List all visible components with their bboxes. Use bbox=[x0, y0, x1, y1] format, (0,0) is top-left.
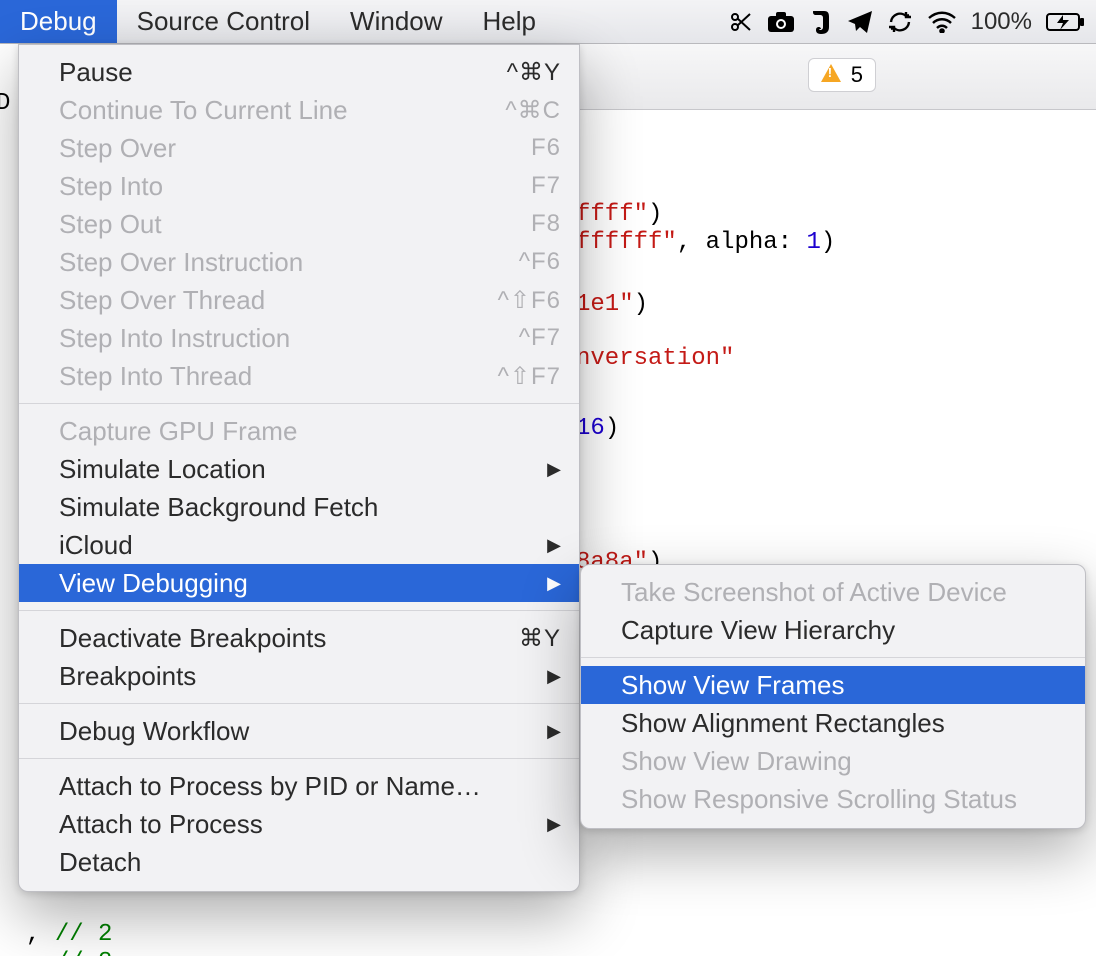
menu-item-attach-to-process[interactable]: Attach to Process ▶ bbox=[19, 805, 579, 843]
menu-item-label: Debug Workflow bbox=[59, 716, 523, 747]
evernote-icon[interactable] bbox=[809, 9, 833, 35]
menu-item-step-into: Step Into F7 bbox=[19, 167, 579, 205]
menu-separator bbox=[19, 703, 579, 704]
submenu-item-capture-view-hierarchy[interactable]: Capture View Hierarchy bbox=[581, 611, 1085, 649]
menu-shortcut: ⌘Y bbox=[519, 624, 561, 653]
menu-item-label: Attach to Process bbox=[59, 809, 523, 840]
submenu-arrow-icon: ▶ bbox=[547, 666, 561, 687]
menu-item-step-over-instruction: Step Over Instruction ^F6 bbox=[19, 243, 579, 281]
battery-icon[interactable] bbox=[1046, 12, 1086, 32]
menu-help[interactable]: Help bbox=[463, 0, 556, 43]
submenu-arrow-icon: ▶ bbox=[547, 721, 561, 742]
menu-item-label: Simulate Location bbox=[59, 454, 523, 485]
menu-shortcut: ^⇧F6 bbox=[498, 286, 561, 315]
menu-item-label: Pause bbox=[59, 57, 495, 88]
menu-item-step-over-thread: Step Over Thread ^⇧F6 bbox=[19, 281, 579, 319]
menu-shortcut: F8 bbox=[531, 210, 561, 238]
menu-item-simulate-location[interactable]: Simulate Location ▶ bbox=[19, 450, 579, 488]
menu-item-label: Capture GPU Frame bbox=[59, 416, 561, 447]
menu-separator bbox=[581, 657, 1085, 658]
menu-item-icloud[interactable]: iCloud ▶ bbox=[19, 526, 579, 564]
menu-item-label: Step Over Thread bbox=[59, 285, 486, 316]
submenu-arrow-icon: ▶ bbox=[547, 535, 561, 556]
menu-item-label: Detach bbox=[59, 847, 561, 878]
submenu-arrow-icon: ▶ bbox=[547, 814, 561, 835]
submenu-item-show-alignment-rectangles[interactable]: Show Alignment Rectangles bbox=[581, 704, 1085, 742]
camera-icon[interactable] bbox=[767, 11, 795, 33]
menu-item-label: Breakpoints bbox=[59, 661, 523, 692]
menu-item-breakpoints[interactable]: Breakpoints ▶ bbox=[19, 657, 579, 695]
menu-separator bbox=[19, 403, 579, 404]
code-line: 16) bbox=[576, 410, 619, 448]
menu-item-label: Simulate Background Fetch bbox=[59, 492, 561, 523]
menu-separator bbox=[19, 758, 579, 759]
menu-item-label: Take Screenshot of Active Device bbox=[621, 577, 1067, 608]
menu-item-label: Step Over Instruction bbox=[59, 247, 507, 278]
scissors-icon[interactable] bbox=[729, 10, 753, 34]
menu-item-label: Step Into Thread bbox=[59, 361, 486, 392]
code-line: 1e1") bbox=[576, 286, 648, 324]
issues-indicator[interactable]: 5 bbox=[808, 58, 876, 92]
menu-item-label: Step Into bbox=[59, 171, 519, 202]
menu-item-label: Deactivate Breakpoints bbox=[59, 623, 507, 654]
menu-item-label: Show Alignment Rectangles bbox=[621, 708, 1067, 739]
telegram-icon[interactable] bbox=[847, 10, 873, 34]
menu-item-label: Step Out bbox=[59, 209, 519, 240]
menu-shortcut: ^F6 bbox=[519, 248, 561, 276]
battery-percent: 100% bbox=[971, 8, 1032, 36]
debug-menu: Pause ^⌘Y Continue To Current Line ^⌘C Step … bbox=[18, 44, 580, 892]
menu-debug[interactable]: Debug bbox=[0, 0, 117, 43]
menu-item-label: iCloud bbox=[59, 530, 523, 561]
menu-item-label: Show Responsive Scrolling Status bbox=[621, 784, 1067, 815]
menu-item-step-over: Step Over F6 bbox=[19, 129, 579, 167]
view-debugging-submenu: Take Screenshot of Active Device Capture … bbox=[580, 564, 1086, 829]
menu-window[interactable]: Window bbox=[330, 0, 462, 43]
menu-item-label: Show View Drawing bbox=[621, 746, 1067, 777]
menu-item-label: View Debugging bbox=[59, 568, 523, 599]
menu-shortcut: F7 bbox=[531, 172, 561, 200]
menu-item-label: Attach to Process by PID or Name… bbox=[59, 771, 561, 802]
issues-count: 5 bbox=[851, 62, 863, 88]
code-line: , // 3 bbox=[26, 944, 112, 956]
code-line: ffffff", alpha: 1) bbox=[576, 224, 835, 262]
menubar: Debug Source Control Window Help 100% bbox=[0, 0, 1096, 44]
menu-shortcut: ^⇧F7 bbox=[498, 362, 561, 391]
menu-item-label: Step Into Instruction bbox=[59, 323, 507, 354]
menu-item-label: Show View Frames bbox=[621, 670, 1067, 701]
warning-icon bbox=[821, 62, 841, 88]
menu-item-capture-gpu-frame: Capture GPU Frame bbox=[19, 412, 579, 450]
submenu-item-take-screenshot-of-active-device: Take Screenshot of Active Device bbox=[581, 573, 1085, 611]
menubar-status: 100% bbox=[729, 0, 1096, 43]
menu-item-label: Continue To Current Line bbox=[59, 95, 493, 126]
menu-source-control[interactable]: Source Control bbox=[117, 0, 330, 43]
menu-item-continue-to-current-line: Continue To Current Line ^⌘C bbox=[19, 91, 579, 129]
submenu-item-show-view-drawing: Show View Drawing bbox=[581, 742, 1085, 780]
submenu-arrow-icon: ▶ bbox=[547, 459, 561, 480]
menu-item-label: Capture View Hierarchy bbox=[621, 615, 1067, 646]
menu-item-deactivate-breakpoints[interactable]: Deactivate Breakpoints ⌘Y bbox=[19, 619, 579, 657]
submenu-item-show-responsive-scrolling-status: Show Responsive Scrolling Status bbox=[581, 780, 1085, 818]
menu-item-step-into-instruction: Step Into Instruction ^F7 bbox=[19, 319, 579, 357]
menu-item-label: Step Over bbox=[59, 133, 519, 164]
menu-item-step-out: Step Out F8 bbox=[19, 205, 579, 243]
menu-item-attach-to-process-by-pid-or-name[interactable]: Attach to Process by PID or Name… bbox=[19, 767, 579, 805]
menu-separator bbox=[19, 610, 579, 611]
menu-item-detach[interactable]: Detach bbox=[19, 843, 579, 881]
submenu-item-show-view-frames[interactable]: Show View Frames bbox=[581, 666, 1085, 704]
menu-item-step-into-thread: Step Into Thread ^⇧F7 bbox=[19, 357, 579, 395]
menu-item-view-debugging[interactable]: View Debugging ▶ bbox=[19, 564, 579, 602]
menu-shortcut: ^⌘C bbox=[505, 96, 561, 125]
menu-shortcut: ^F7 bbox=[519, 324, 561, 352]
menu-item-debug-workflow[interactable]: Debug Workflow ▶ bbox=[19, 712, 579, 750]
wifi-icon[interactable] bbox=[927, 11, 957, 33]
menu-item-simulate-background-fetch[interactable]: Simulate Background Fetch bbox=[19, 488, 579, 526]
submenu-arrow-icon: ▶ bbox=[547, 573, 561, 594]
sync-icon[interactable] bbox=[887, 9, 913, 35]
menu-item-pause[interactable]: Pause ^⌘Y bbox=[19, 53, 579, 91]
code-line: nversation" bbox=[576, 340, 734, 378]
menu-shortcut: ^⌘Y bbox=[507, 58, 561, 87]
menu-shortcut: F6 bbox=[531, 134, 561, 162]
